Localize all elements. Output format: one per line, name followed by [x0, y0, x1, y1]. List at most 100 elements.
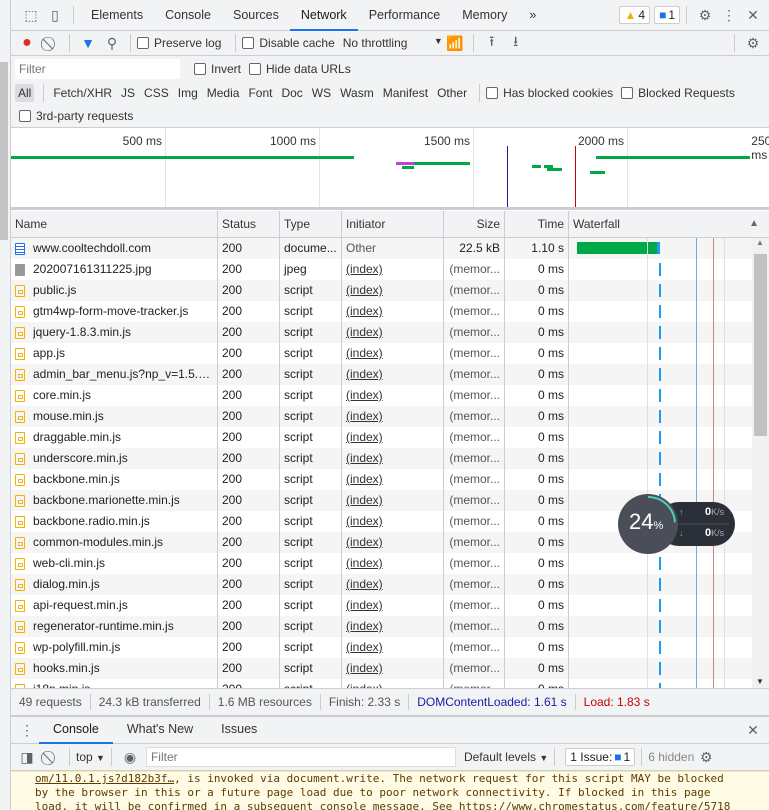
throttling-select[interactable]: No throttling ▼ — [343, 36, 443, 50]
table-row[interactable]: i18n.min.js 200script(index)(memor...0 ms — [11, 679, 752, 688]
table-row[interactable]: hooks.min.js 200 script (index) (memor... 0 m… — [11, 658, 752, 679]
type-filter-media[interactable]: Media — [204, 84, 243, 102]
name-cell[interactable]: 202007161311225.jpg — [11, 259, 218, 280]
sort-ascending-icon[interactable]: ▲ — [749, 218, 759, 229]
name-cell[interactable]: common-modules.min.js — [11, 532, 218, 553]
column-header-waterfall[interactable]: Waterfall — [569, 211, 752, 237]
type-filter-ws[interactable]: WS — [309, 84, 334, 102]
initiator-link[interactable]: (index) — [346, 388, 383, 402]
clear-console-icon[interactable]: ⃠ — [39, 745, 63, 769]
initiator-cell[interactable]: (index) — [342, 595, 444, 616]
name-cell[interactable]: hooks.min.js — [11, 658, 218, 679]
hide-data-urls-checkbox[interactable]: Hide data URLs — [249, 62, 351, 76]
table-scrollbar[interactable]: ▲ ▼ — [752, 238, 769, 688]
blocked-requests-checkbox[interactable]: Blocked Requests — [621, 86, 735, 100]
more-options-icon[interactable]: ⋮ — [717, 3, 741, 27]
initiator-cell[interactable]: (index) — [342, 448, 444, 469]
initiator-link[interactable]: (index) — [346, 535, 383, 549]
record-icon[interactable]: ● — [15, 31, 39, 55]
tab-elements[interactable]: Elements — [80, 0, 154, 31]
name-cell[interactable]: backbone.marionette.min.js — [11, 490, 218, 511]
initiator-link[interactable]: (index) — [346, 451, 383, 465]
invert-checkbox[interactable]: Invert — [194, 62, 241, 76]
initiator-link[interactable]: (index) — [346, 556, 383, 570]
column-header-initiator[interactable]: Initiator — [342, 211, 444, 237]
tab-performance[interactable]: Performance — [358, 0, 452, 31]
initiator-link[interactable]: (index) — [346, 304, 383, 318]
chromestatus-link[interactable]: https://www.chromestatus.com/feature/571… — [459, 800, 731, 810]
import-har-icon[interactable]: ⭱ — [480, 31, 504, 55]
gutter-scrollbar[interactable] — [0, 62, 8, 240]
type-filter-other[interactable]: Other — [434, 84, 470, 102]
initiator-link[interactable]: (index) — [346, 283, 383, 297]
initiator-cell[interactable]: (index) — [342, 532, 444, 553]
initiator-link[interactable]: (index) — [346, 577, 383, 591]
initiator-link[interactable]: (index) — [346, 661, 383, 675]
initiator-cell[interactable]: (index) — [342, 574, 444, 595]
third-party-checkbox[interactable]: 3rd-party requests — [19, 109, 133, 123]
initiator-link[interactable]: (index) — [346, 514, 383, 528]
initiator-cell[interactable]: (index) — [342, 364, 444, 385]
type-filter-all[interactable]: All — [15, 84, 35, 102]
issues-button[interactable]: 1 Issue: ■ 1 — [565, 748, 636, 766]
table-row[interactable]: underscore.min.js 200 script (index) (memor.… — [11, 448, 752, 469]
initiator-cell[interactable]: (index) — [342, 511, 444, 532]
initiator-cell[interactable]: (index) — [342, 322, 444, 343]
tab-memory[interactable]: Memory — [451, 0, 518, 31]
disable-cache-checkbox[interactable]: Disable cache — [242, 36, 335, 50]
more-tabs-button[interactable]: » — [518, 0, 547, 31]
preserve-log-checkbox[interactable]: Preserve log — [137, 36, 221, 50]
tab-console[interactable]: Console — [154, 0, 222, 31]
initiator-link[interactable]: (index) — [346, 367, 383, 381]
initiator-cell[interactable]: (index) — [342, 616, 444, 637]
initiator-cell[interactable]: (index) — [342, 259, 444, 280]
name-cell[interactable]: draggable.min.js — [11, 427, 218, 448]
drawer-menu-icon[interactable]: ⋮ — [15, 718, 39, 742]
drawer-tab-console[interactable]: Console — [39, 716, 113, 744]
initiator-link[interactable]: (index) — [346, 430, 383, 444]
initiator-cell[interactable]: (index) — [342, 385, 444, 406]
scroll-down-icon[interactable]: ▼ — [756, 677, 764, 686]
name-cell[interactable]: underscore.min.js — [11, 448, 218, 469]
live-expression-eye-icon[interactable]: ◉ — [118, 745, 142, 769]
table-row[interactable]: admin_bar_menu.js?np_v=1.5.1... 200 script… — [11, 364, 752, 385]
table-row[interactable]: dialog.min.js 200 script (index) (memor... 0 … — [11, 574, 752, 595]
type-filter-manifest[interactable]: Manifest — [380, 84, 431, 102]
name-cell[interactable]: backbone.min.js — [11, 469, 218, 490]
initiator-link[interactable]: (index) — [346, 619, 383, 633]
console-settings-gear-icon[interactable]: ⚙ — [694, 745, 718, 769]
name-cell[interactable]: gtm4wp-form-move-tracker.js — [11, 301, 218, 322]
table-row[interactable]: core.min.js 200 script (index) (memor... 0 ms — [11, 385, 752, 406]
table-row[interactable]: jquery-1.8.3.min.js 200 script (index) (memo… — [11, 322, 752, 343]
name-cell[interactable]: www.cooltechdoll.com — [11, 238, 218, 259]
context-select[interactable]: top ▼ — [76, 750, 105, 764]
initiator-link[interactable]: (index) — [346, 493, 383, 507]
table-row[interactable]: regenerator-runtime.min.js 200 script (inde… — [11, 616, 752, 637]
initiator-cell[interactable]: (index) — [342, 406, 444, 427]
initiator-cell[interactable]: (index) — [342, 490, 444, 511]
console-filter-input[interactable] — [145, 747, 456, 767]
column-header-name[interactable]: Name — [11, 211, 218, 237]
export-har-icon[interactable]: ⭳ — [504, 31, 528, 55]
name-cell[interactable]: mouse.min.js — [11, 406, 218, 427]
initiator-cell[interactable]: (index) — [342, 679, 444, 688]
table-row[interactable]: public.js 200 script (index) (memor... 0 ms — [11, 280, 752, 301]
name-cell[interactable]: wp-polyfill.min.js — [11, 637, 218, 658]
tab-sources[interactable]: Sources — [222, 0, 290, 31]
type-filter-doc[interactable]: Doc — [278, 84, 305, 102]
close-icon[interactable]: ✕ — [741, 3, 765, 27]
clear-icon[interactable]: ⃠ — [39, 31, 63, 55]
close-drawer-icon[interactable]: ✕ — [741, 718, 765, 742]
column-header-size[interactable]: Size — [444, 211, 505, 237]
type-filter-js[interactable]: JS — [118, 84, 138, 102]
warnings-badge[interactable]: ▲ 4 — [619, 6, 651, 24]
scroll-up-icon[interactable]: ▲ — [756, 238, 764, 247]
initiator-cell[interactable]: (index) — [342, 343, 444, 364]
initiator-link[interactable]: (index) — [346, 409, 383, 423]
initiator-cell[interactable]: (index) — [342, 658, 444, 679]
drawer-tab-what-s-new[interactable]: What's New — [113, 716, 207, 744]
show-sidebar-icon[interactable]: ◨ — [15, 745, 39, 769]
table-row[interactable]: gtm4wp-form-move-tracker.js 200 script (ind… — [11, 301, 752, 322]
filter-input[interactable] — [15, 59, 180, 79]
filter-icon[interactable]: ▼ — [76, 31, 100, 55]
